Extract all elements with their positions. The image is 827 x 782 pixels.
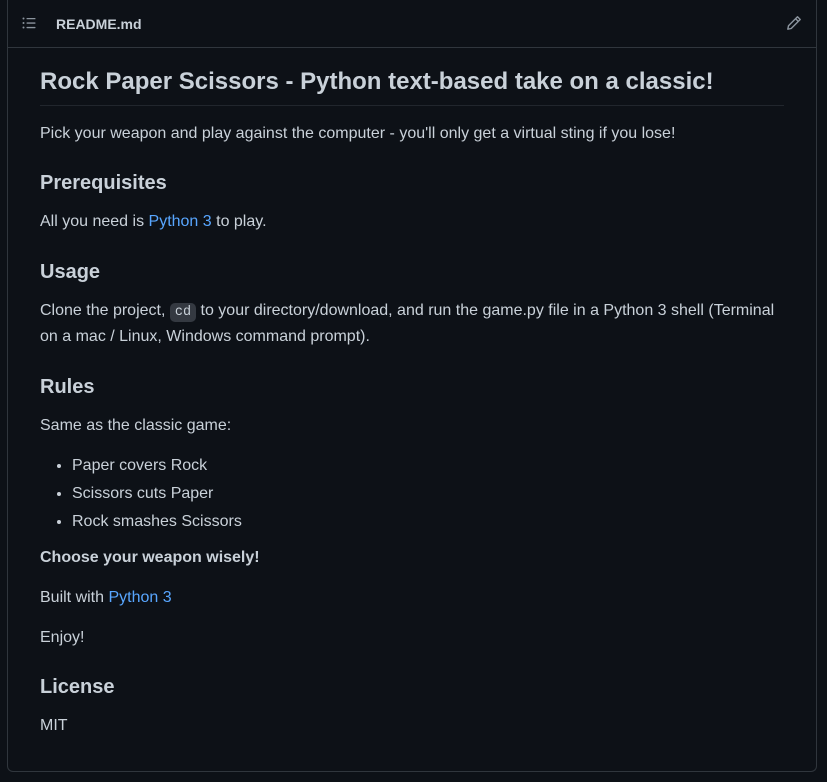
- rules-heading: Rules: [40, 376, 95, 399]
- prerequisites-text: All you need is: [40, 213, 149, 231]
- built-text: Built with: [40, 589, 109, 607]
- file-name: README.md: [56, 16, 142, 32]
- license-heading: License: [40, 676, 115, 699]
- intro-paragraph: Pick your weapon and play against the co…: [40, 125, 676, 143]
- python-link[interactable]: Python 3: [149, 213, 212, 230]
- choose-paragraph: Choose your weapon wisely!: [40, 546, 784, 570]
- table-of-contents-button[interactable]: [18, 12, 40, 34]
- readme-title: Rock Paper Scissors - Python text-based …: [40, 66, 784, 107]
- edit-file-button[interactable]: [784, 13, 804, 33]
- readme-header: README.md: [8, 0, 816, 48]
- prerequisites-heading: Prerequisites: [40, 172, 167, 195]
- prerequisites-text-end: to play.: [211, 213, 267, 231]
- list-item: Rock smashes Scissors: [72, 510, 784, 534]
- license-text: MIT: [40, 717, 68, 735]
- built-paragraph: Built with Python 3: [40, 586, 784, 610]
- python-link-built[interactable]: Python 3: [108, 589, 171, 606]
- inline-code: cd: [169, 303, 197, 323]
- usage-paragraph: Clone the project, cd to your directory/…: [40, 299, 784, 349]
- list-unordered-icon: [22, 17, 36, 29]
- choose-text: Choose your weapon wisely!: [40, 549, 260, 567]
- pencil-icon: [787, 16, 801, 30]
- readme-body: Rock Paper Scissors - Python text-based …: [8, 48, 816, 738]
- rules-intro: Same as the classic game:: [40, 417, 232, 435]
- list-item: Paper covers Rock: [72, 454, 784, 478]
- readme-panel: README.md Rock Paper Scissors - Python t…: [7, 0, 817, 772]
- usage-text: Clone the project,: [40, 302, 170, 320]
- rules-list: Paper covers Rock Scissors cuts Paper Ro…: [40, 454, 784, 534]
- enjoy-paragraph: Enjoy!: [40, 629, 85, 647]
- list-item: Scissors cuts Paper: [72, 482, 784, 506]
- prerequisites-paragraph: All you need is Python 3 to play.: [40, 210, 784, 234]
- usage-heading: Usage: [40, 261, 101, 284]
